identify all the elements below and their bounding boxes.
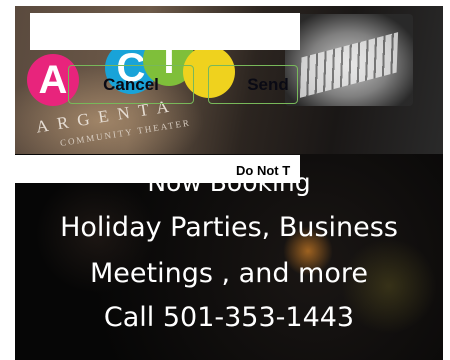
overlay-header-bar — [30, 13, 300, 50]
ad-line-meetings: Meetings , and more — [90, 258, 368, 289]
do-not-track-label[interactable]: Do Not T — [236, 163, 290, 178]
send-button[interactable]: Send — [208, 65, 298, 104]
ad-line-events: Holiday Parties, Business — [60, 212, 398, 243]
ad-phone-line: Call 501-353-1443 — [103, 302, 355, 333]
cancel-button[interactable]: Cancel — [68, 65, 194, 104]
do-not-track-bar: Do Not T — [15, 155, 300, 183]
theater-ad-banner[interactable]: A C T ARGENTA COMMUNITY THEATER Now Book… — [15, 6, 443, 360]
